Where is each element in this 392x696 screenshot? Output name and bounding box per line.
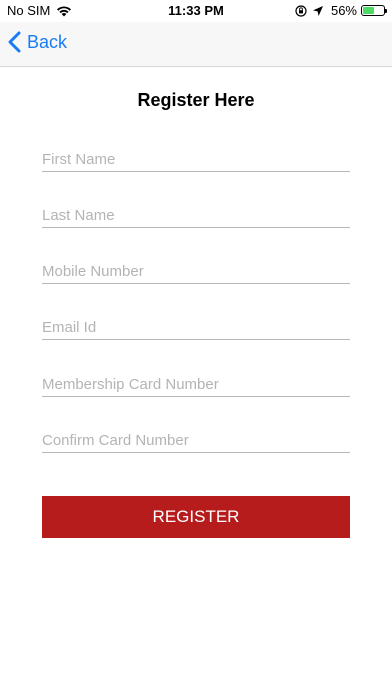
orientation-lock-icon	[295, 4, 307, 17]
location-arrow-icon	[312, 5, 323, 16]
status-right: 56%	[295, 3, 387, 18]
back-chevron-icon	[8, 31, 21, 53]
battery-icon	[361, 5, 387, 16]
last-name-input[interactable]	[42, 204, 350, 228]
status-bar: No SIM 11:33 PM 56%	[0, 0, 392, 22]
navigation-bar: Back	[0, 22, 392, 67]
page-title: Register Here	[137, 90, 255, 110]
register-button[interactable]: REGISTER	[42, 496, 350, 538]
first-name-input[interactable]	[42, 148, 350, 172]
back-label: Back	[27, 31, 68, 52]
back-button[interactable]: Back	[8, 31, 67, 53]
mobile-number-input[interactable]	[42, 260, 350, 284]
battery-percent: 56%	[330, 3, 357, 18]
confirm-card-number-input[interactable]	[42, 429, 350, 453]
email-id-input[interactable]	[42, 316, 350, 340]
battery-fill	[363, 7, 375, 14]
membership-card-number-input[interactable]	[42, 373, 350, 397]
